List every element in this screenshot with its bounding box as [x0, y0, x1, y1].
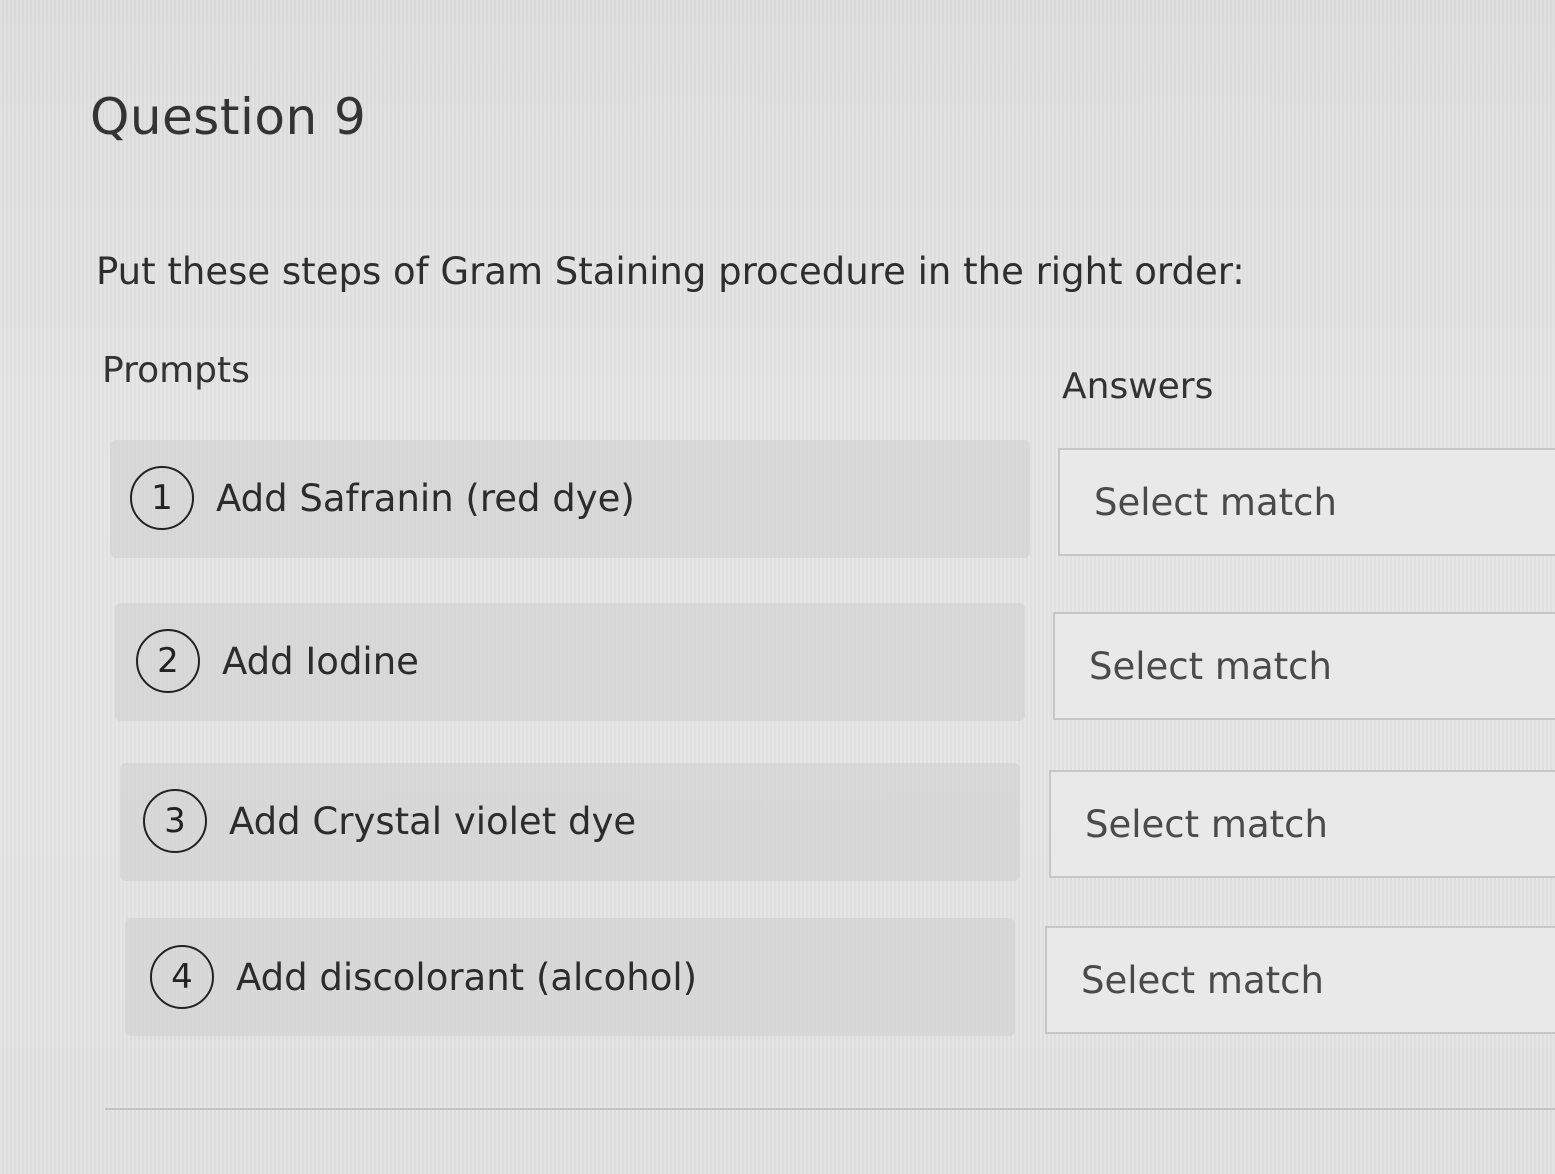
question-title: Question 9 [90, 88, 367, 146]
prompt-text: Add discolorant (alcohol) [236, 955, 698, 999]
prompt-item: 4 Add discolorant (alcohol) [150, 945, 697, 1009]
select-match-dropdown[interactable]: Select match [1053, 612, 1555, 720]
select-match-dropdown[interactable]: Select match [1058, 448, 1555, 556]
question-instructions: Put these steps of Gram Staining procedu… [96, 250, 1245, 293]
prompt-item: 2 Add Iodine [136, 629, 419, 693]
prompt-number-badge: 4 [150, 945, 214, 1009]
prompt-item: 1 Add Safranin (red dye) [130, 466, 635, 530]
prompt-item: 3 Add Crystal violet dye [143, 789, 636, 853]
answers-column-header: Answers [1062, 366, 1214, 407]
prompt-text: Add Safranin (red dye) [216, 476, 635, 520]
prompt-number-badge: 2 [136, 629, 200, 693]
prompts-column-header: Prompts [102, 350, 250, 391]
select-match-dropdown[interactable]: Select match [1049, 770, 1555, 878]
prompt-number-badge: 1 [130, 466, 194, 530]
select-match-dropdown[interactable]: Select match [1045, 926, 1555, 1034]
prompt-text: Add Crystal violet dye [229, 799, 637, 843]
prompt-text: Add Iodine [222, 639, 419, 683]
prompt-number-badge: 3 [143, 789, 207, 853]
question-page: Question 9 Put these steps of Gram Stain… [0, 0, 1555, 1174]
section-divider [105, 1108, 1555, 1110]
